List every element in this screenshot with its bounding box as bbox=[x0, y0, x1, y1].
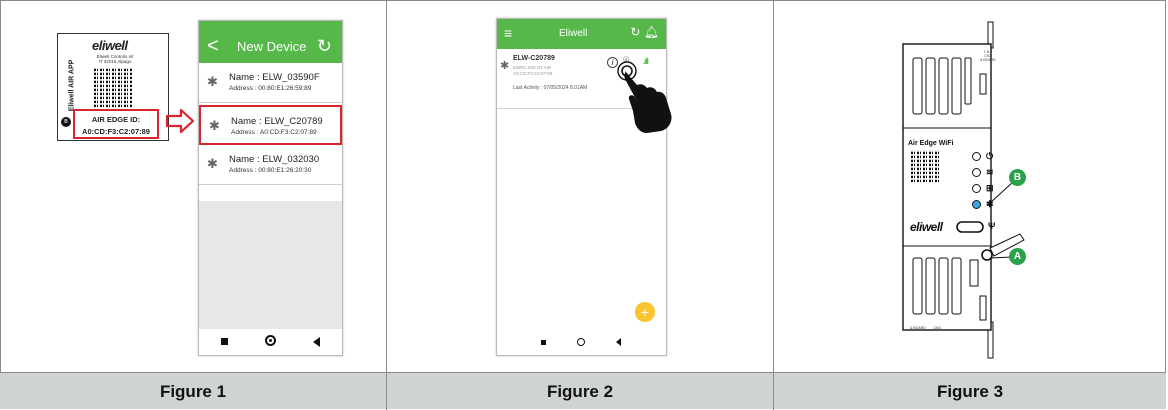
app-title: Eliwell bbox=[559, 28, 588, 39]
header-actions: ↻ 🔔︎ bbox=[630, 25, 659, 39]
bluetooth-icon: ✱ bbox=[209, 118, 220, 133]
device-address: Address : 00:80:E1:26:20:30 bbox=[229, 167, 312, 174]
home-icon[interactable] bbox=[265, 335, 276, 346]
menu-icon[interactable]: ≡ bbox=[504, 25, 512, 41]
page-title: New Device bbox=[237, 39, 307, 54]
wifi-icon: ≋ bbox=[986, 167, 994, 177]
arrow-right-icon bbox=[165, 108, 195, 134]
device-name: ELW-C20789 bbox=[513, 55, 555, 62]
bluetooth-icon: ✱ bbox=[207, 74, 218, 89]
network-led bbox=[972, 184, 981, 193]
app-header: ≡ Eliwell ↻ 🔔︎ bbox=[497, 19, 666, 49]
bluetooth-led bbox=[972, 200, 981, 209]
device-name: Name : ELW_032030 bbox=[229, 154, 320, 165]
air-edge-id-title: AIR EDGE ID: bbox=[91, 115, 141, 124]
device-list-item-selected[interactable]: ✱ Name : ELW_C20789 Address : A0:CD:F3:C… bbox=[199, 105, 342, 145]
terminal-label-top: 1 N 2 CNX & BOARD bbox=[980, 50, 996, 62]
network-icon: ⊞ bbox=[986, 183, 994, 193]
add-device-button[interactable]: + bbox=[635, 302, 655, 322]
figure-3-caption: Figure 3 bbox=[936, 382, 1004, 401]
qr-code bbox=[94, 68, 132, 108]
figure-3-panel bbox=[774, 0, 1166, 372]
wifi-led bbox=[972, 168, 981, 177]
device-address: Address : A0:CD:F3:C2:07:89 bbox=[231, 129, 317, 136]
back-icon[interactable] bbox=[313, 337, 320, 347]
air-edge-id-value: A0:CD:F3:C2:07:89 bbox=[82, 127, 150, 136]
figure-1-caption: Figure 1 bbox=[0, 373, 387, 410]
device-model-label: Air Edge WiFi bbox=[908, 140, 954, 147]
bluetooth-icon: ʙ bbox=[61, 117, 71, 127]
android-nav-bar bbox=[199, 329, 342, 355]
power-icon: ⏻ bbox=[986, 151, 994, 161]
bluetooth-icon: ✱ bbox=[986, 199, 994, 209]
device-address: A0:CD:F3:C2:07:89 bbox=[513, 71, 553, 76]
refresh-icon[interactable]: ↻ bbox=[630, 25, 640, 39]
chevron-left-icon[interactable]: < bbox=[207, 35, 219, 58]
phone-device-list-screen: ≡ Eliwell ↻ 🔔︎ ✱ ELW-C20789 EWRC 500 NT … bbox=[496, 18, 672, 356]
phone-new-device-screen: < New Device ↻ ✱ Name : ELW_03590F Addre… bbox=[198, 20, 343, 356]
eliwell-logo: eliwell bbox=[910, 220, 943, 234]
terminal-label-bottom: & BOARD CN3 bbox=[910, 326, 941, 330]
recents-icon[interactable] bbox=[221, 338, 228, 345]
android-nav-bar bbox=[497, 331, 666, 355]
device-name: Name : ELW_03590F bbox=[229, 72, 320, 83]
back-icon[interactable] bbox=[616, 338, 621, 346]
eliwell-logo: eliwell bbox=[92, 38, 128, 53]
device-name: Name : ELW_C20789 bbox=[231, 116, 323, 127]
power-led bbox=[972, 152, 981, 161]
bluetooth-icon: ✱ bbox=[500, 60, 510, 72]
last-activity: Last Activity : 07/05/2024 8.01AM bbox=[513, 85, 588, 91]
figure-2-caption: Figure 2 bbox=[387, 373, 774, 410]
label-side-text: Eliwell AIR APP bbox=[68, 59, 76, 112]
callout-b: B bbox=[1009, 169, 1026, 186]
usb-icon: Ψ bbox=[988, 221, 996, 231]
hand-tap-icon bbox=[617, 61, 672, 133]
home-icon[interactable] bbox=[577, 338, 585, 346]
label-company-text: Eliwell Controls srl IT 32016 Alpago bbox=[96, 54, 134, 64]
air-edge-id-highlight: AIR EDGE ID: A0:CD:F3:C2:07:89 bbox=[73, 109, 159, 139]
device-model: EWRC 500 NT AIR bbox=[513, 65, 552, 70]
device-list-item[interactable]: ✱ Name : ELW_032030 Address : 00:80:E1:2… bbox=[199, 145, 342, 185]
device-list-item[interactable]: ✱ Name : ELW_03590F Address : 00:80:E1:2… bbox=[199, 63, 342, 103]
callout-a: A bbox=[1009, 248, 1026, 265]
qr-code bbox=[911, 150, 941, 183]
recents-icon[interactable] bbox=[541, 340, 546, 345]
device-address: Address : 00:80:E1:26:59:89 bbox=[229, 85, 312, 92]
bluetooth-icon: ✱ bbox=[207, 156, 218, 171]
refresh-icon[interactable]: ↻ bbox=[317, 36, 332, 57]
bell-icon[interactable]: 🔔︎ bbox=[644, 25, 659, 39]
caption-row: Figure 1 Figure 2 Figure 3 bbox=[0, 372, 1166, 410]
